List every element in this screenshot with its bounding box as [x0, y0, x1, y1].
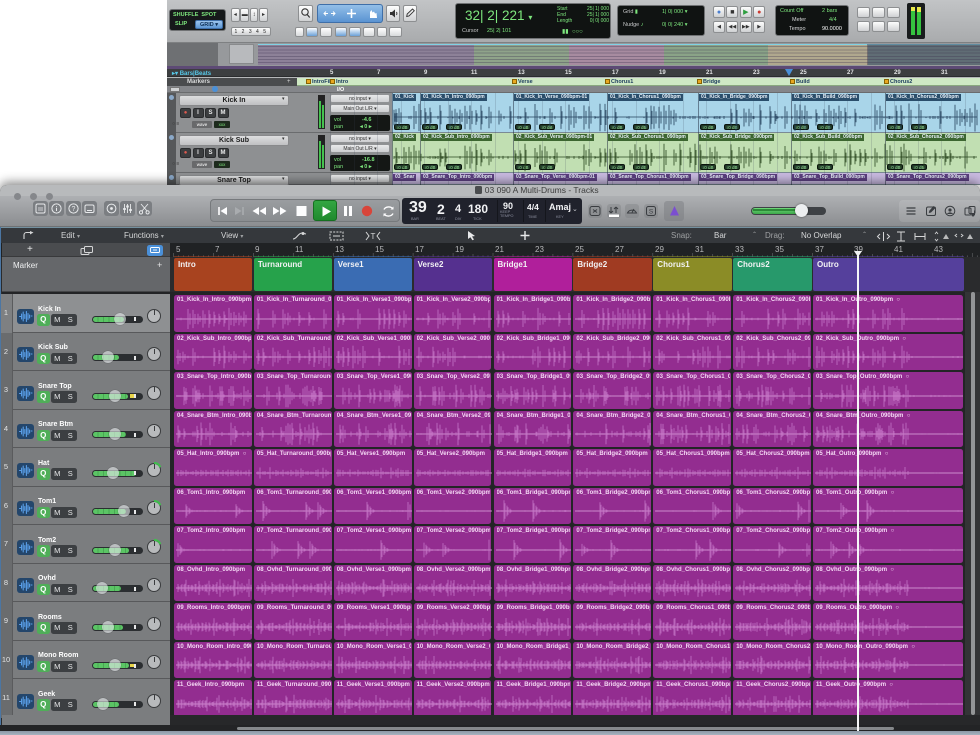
svg-text:S: S — [649, 209, 654, 216]
svg-text:?: ? — [71, 206, 75, 213]
svg-text:T: T — [371, 232, 376, 241]
